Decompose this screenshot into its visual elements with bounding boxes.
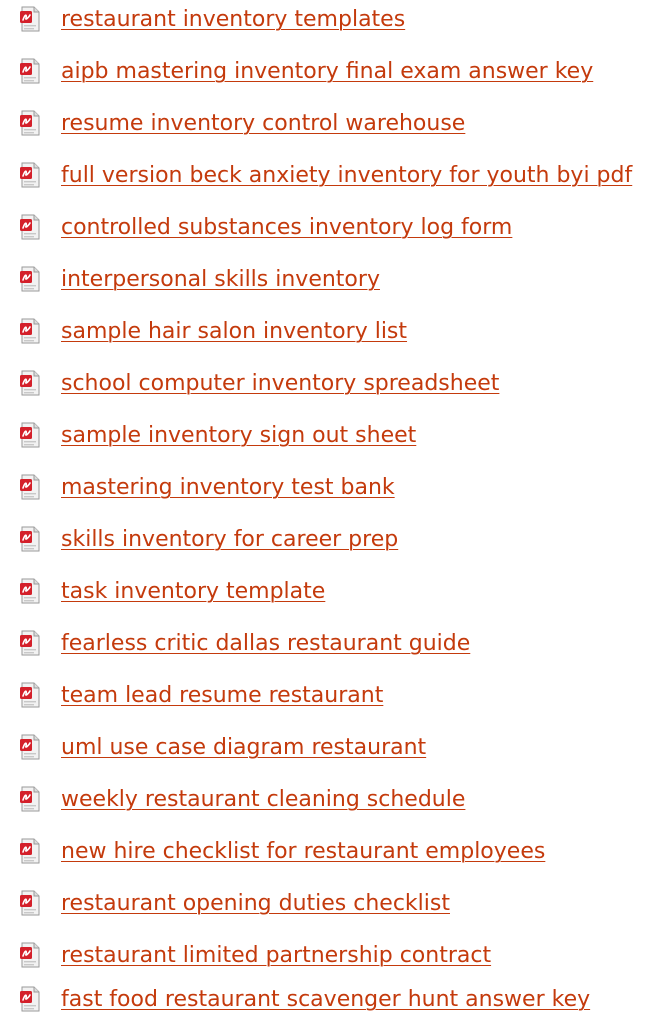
pdf-file-icon — [19, 578, 41, 604]
pdf-file-icon — [19, 682, 41, 708]
list-item: controlled substances inventory log form — [0, 210, 671, 250]
list-item: weekly restaurant cleaning schedule — [0, 782, 671, 822]
document-link[interactable]: controlled substances inventory log form — [61, 210, 512, 246]
list-item: mastering inventory test bank — [0, 470, 671, 510]
document-link[interactable]: sample hair salon inventory list — [61, 314, 407, 350]
document-link[interactable]: full version beck anxiety inventory for … — [61, 158, 632, 194]
list-item: skills inventory for career prep — [0, 522, 671, 562]
document-link[interactable]: school computer inventory spreadsheet — [61, 366, 499, 402]
list-item: fast food restaurant scavenger hunt answ… — [0, 982, 671, 1022]
pdf-file-icon — [19, 58, 41, 84]
pdf-file-icon — [19, 474, 41, 500]
list-item: interpersonal skills inventory — [0, 262, 671, 302]
list-item: sample hair salon inventory list — [0, 314, 671, 354]
document-link[interactable]: sample inventory sign out sheet — [61, 418, 416, 454]
document-link[interactable]: fearless critic dallas restaurant guide — [61, 626, 470, 662]
list-item: restaurant opening duties checklist — [0, 886, 671, 926]
pdf-file-icon — [19, 110, 41, 136]
document-link[interactable]: team lead resume restaurant — [61, 678, 383, 714]
pdf-file-icon — [19, 890, 41, 916]
document-link[interactable]: skills inventory for career prep — [61, 522, 398, 558]
list-item: full version beck anxiety inventory for … — [0, 158, 671, 198]
list-item: sample inventory sign out sheet — [0, 418, 671, 458]
list-item: new hire checklist for restaurant employ… — [0, 834, 671, 874]
pdf-file-icon — [19, 318, 41, 344]
document-link[interactable]: fast food restaurant scavenger hunt answ… — [61, 982, 590, 1018]
pdf-file-icon — [19, 526, 41, 552]
pdf-file-icon — [19, 162, 41, 188]
list-item: team lead resume restaurant — [0, 678, 671, 718]
list-item: uml use case diagram restaurant — [0, 730, 671, 770]
document-link[interactable]: weekly restaurant cleaning schedule — [61, 782, 465, 818]
pdf-file-icon — [19, 6, 41, 32]
list-item: resume inventory control warehouse — [0, 106, 671, 146]
list-item: school computer inventory spreadsheet — [0, 366, 671, 406]
pdf-file-icon — [19, 986, 41, 1012]
pdf-file-icon — [19, 214, 41, 240]
document-link[interactable]: new hire checklist for restaurant employ… — [61, 834, 545, 870]
list-item: task inventory template — [0, 574, 671, 614]
pdf-file-icon — [19, 630, 41, 656]
pdf-file-icon — [19, 838, 41, 864]
pdf-file-icon — [19, 734, 41, 760]
document-link[interactable]: restaurant limited partnership contract — [61, 938, 491, 974]
list-item: restaurant inventory templates — [0, 2, 671, 42]
document-link[interactable]: uml use case diagram restaurant — [61, 730, 426, 766]
document-link[interactable]: restaurant opening duties checklist — [61, 886, 450, 922]
document-link[interactable]: aipb mastering inventory final exam answ… — [61, 54, 593, 90]
pdf-file-icon — [19, 422, 41, 448]
document-link[interactable]: interpersonal skills inventory — [61, 262, 380, 298]
pdf-file-icon — [19, 786, 41, 812]
document-link[interactable]: mastering inventory test bank — [61, 470, 395, 506]
pdf-file-icon — [19, 942, 41, 968]
list-item: fearless critic dallas restaurant guide — [0, 626, 671, 666]
list-item: aipb mastering inventory final exam answ… — [0, 54, 671, 94]
document-link[interactable]: resume inventory control warehouse — [61, 106, 465, 142]
pdf-file-icon — [19, 370, 41, 396]
document-link[interactable]: task inventory template — [61, 574, 325, 610]
list-item: restaurant limited partnership contract — [0, 938, 671, 978]
pdf-file-icon — [19, 266, 41, 292]
document-link[interactable]: restaurant inventory templates — [61, 2, 405, 38]
